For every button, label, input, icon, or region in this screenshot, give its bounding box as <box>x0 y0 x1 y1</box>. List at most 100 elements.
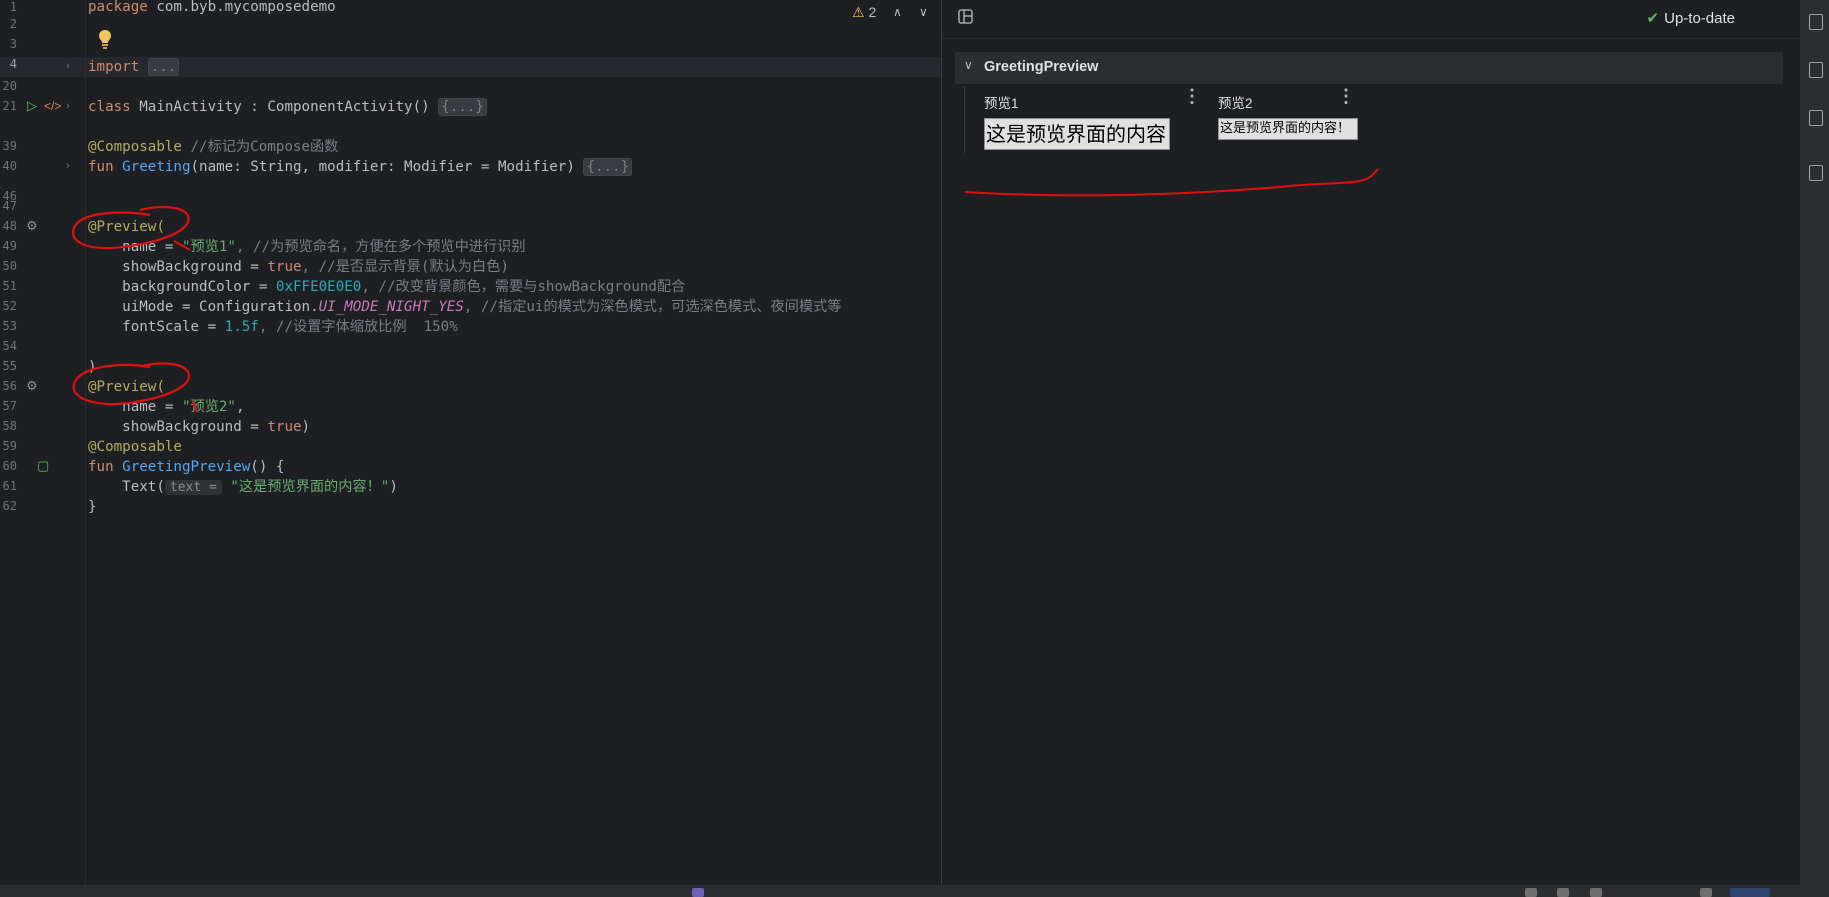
code-line: Text(text = "这是预览界面的内容！") <box>88 477 398 497</box>
emulator-icon[interactable] <box>1809 110 1823 126</box>
status-widget[interactable] <box>1730 888 1770 897</box>
token: true <box>267 419 302 435</box>
code-line: ) <box>88 357 97 377</box>
token: uiMode = Configuration. <box>88 299 319 315</box>
line-number: 47 <box>2 199 17 213</box>
inlay-hint: text = <box>164 480 222 495</box>
token: @Preview <box>88 219 157 235</box>
token: , <box>235 399 245 415</box>
preview-group-title: GreetingPreview <box>984 59 1099 75</box>
token: ( <box>156 219 165 235</box>
token: Text( <box>88 479 165 495</box>
notifications-icon[interactable] <box>1809 14 1823 30</box>
folded-region[interactable]: {...} <box>438 98 487 116</box>
token: class <box>88 99 131 115</box>
line-number: 3 <box>9 37 17 51</box>
compose-preview-icon[interactable]: </> <box>44 96 61 116</box>
code-line: name = "预览1", //为预览命名，方便在多个预览中进行识别 <box>88 237 525 257</box>
line-number: 61 <box>2 479 17 493</box>
warnings-count: 2 <box>868 4 877 20</box>
line-number: 51 <box>2 279 17 293</box>
line-number: 20 <box>2 79 17 93</box>
gutter-separator <box>85 0 86 885</box>
code-line: uiMode = Configuration.UI_MODE_NIGHT_YES… <box>88 297 841 317</box>
device-manager-icon[interactable] <box>1809 62 1823 78</box>
preview-item-label: 预览2 <box>1218 96 1253 111</box>
fold-chevron-icon[interactable]: › <box>66 156 70 176</box>
preview-group-header[interactable]: ∨ GreetingPreview <box>955 52 1783 84</box>
token: (name: String, modifier: Modifier = Modi… <box>190 159 584 175</box>
lightbulb-icon[interactable] <box>97 28 113 50</box>
more-options-icon[interactable]: ⋮ <box>1337 87 1355 105</box>
preview-gear-icon[interactable]: ⚙ <box>26 376 38 396</box>
layout-options-icon[interactable] <box>958 9 974 25</box>
code-editor[interactable]: 1 2 3 4 20 21 39 40 46 47 48 49 50 51 52… <box>0 0 941 885</box>
token: true <box>267 259 302 275</box>
token: @Composable <box>88 139 182 155</box>
token: ) <box>389 479 398 495</box>
code-line: showBackground = true, //是否显示背景(默认为白色) <box>88 257 509 277</box>
token: , //是否显示背景(默认为白色) <box>301 259 509 275</box>
code-line: fun Greeting(name: String, modifier: Mod… <box>88 157 633 177</box>
line-number: 54 <box>2 339 17 353</box>
token: @Preview <box>88 379 157 395</box>
warning-triangle-icon: ⚠ <box>852 4 865 20</box>
token: name = <box>88 239 182 255</box>
token: ( <box>156 379 165 395</box>
line-number: 39 <box>2 139 17 153</box>
preview-gear-icon[interactable]: ⚙ <box>26 216 38 236</box>
fold-chevron-icon[interactable]: › <box>66 56 70 76</box>
status-icon[interactable] <box>1525 888 1537 897</box>
preview-item-label: 预览1 <box>984 96 1019 111</box>
line-number: 40 <box>2 159 17 173</box>
code-line: showBackground = true) <box>88 417 310 437</box>
previous-highlight-icon[interactable]: ∧ <box>893 2 902 22</box>
line-number: 59 <box>2 439 17 453</box>
status-icon[interactable] <box>1700 888 1712 897</box>
preview-toolbar: ✔ Up-to-date <box>942 0 1800 39</box>
fold-chevron-icon[interactable]: › <box>66 96 70 116</box>
token: 0xFFE0E0E0 <box>275 279 362 295</box>
line-number: 2 <box>9 17 17 31</box>
next-highlight-icon[interactable]: ∨ <box>919 2 928 22</box>
status-icon[interactable] <box>1557 888 1569 897</box>
token: @Composable <box>88 439 182 455</box>
token: name = <box>88 399 182 415</box>
more-options-icon[interactable]: ⋮ <box>1183 87 1201 105</box>
token: //标记为Compose函数 <box>181 139 339 155</box>
token: GreetingPreview <box>122 459 251 475</box>
code-line: fontScale = 1.5f, //设置字体缩放比例 150% <box>88 317 458 337</box>
code-line: @Composable <box>88 437 182 457</box>
group-indent-line <box>964 86 965 153</box>
code-line: name = "预览2", <box>88 397 245 417</box>
preview-run-icon[interactable]: ▢ <box>37 456 49 476</box>
token: UI_MODE_NIGHT_YES <box>318 299 464 315</box>
token: , //设置字体缩放比例 150% <box>258 319 458 335</box>
run-gutter-icon[interactable]: ▷ <box>27 96 37 116</box>
status-icon[interactable] <box>1590 888 1602 897</box>
status-icon[interactable] <box>692 888 704 897</box>
token: backgroundColor = <box>88 279 276 295</box>
code-line: @Composable //标记为Compose函数 <box>88 137 338 157</box>
code-line: @Preview( <box>88 217 165 237</box>
token: , //改变背景颜色，需要与showBackground配合 <box>361 279 686 295</box>
token: "预览1" <box>181 239 236 255</box>
preview-render[interactable]: 这是预览界面的内容！ <box>984 118 1170 150</box>
token: package <box>88 0 148 15</box>
token: import <box>88 59 140 75</box>
chevron-down-icon[interactable]: ∨ <box>964 58 973 72</box>
line-number: 60 <box>2 459 17 473</box>
preview-status-text: Up-to-date <box>1664 10 1735 27</box>
token: MainActivity : ComponentActivity() <box>130 99 439 115</box>
token: 1.5f <box>224 319 259 335</box>
line-number: 50 <box>2 259 17 273</box>
preview-render[interactable]: 这是预览界面的内容！ <box>1218 118 1358 140</box>
line-number: 48 <box>2 219 17 233</box>
compose-preview-pane: ✔ Up-to-date ∨ GreetingPreview 预览1 ⋮ 这是预览… <box>942 0 1800 885</box>
assistant-icon[interactable] <box>1809 165 1823 181</box>
token: ) <box>301 419 311 435</box>
warnings-indicator[interactable]: ⚠ 2 <box>852 2 876 22</box>
folded-region[interactable]: {...} <box>583 158 633 176</box>
check-icon: ✔ <box>1646 10 1660 27</box>
folded-region[interactable]: ... <box>147 58 180 76</box>
